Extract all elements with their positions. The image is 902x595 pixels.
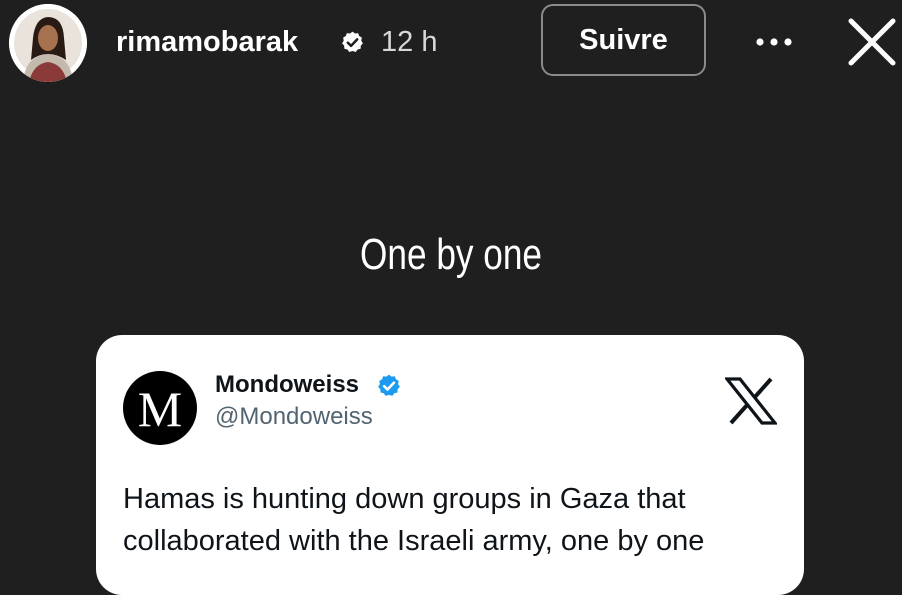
more-icon xyxy=(756,38,792,46)
more-button[interactable] xyxy=(750,22,798,62)
tweet-text: Hamas is hunting down groups in Gaza tha… xyxy=(123,483,705,557)
close-icon[interactable] xyxy=(843,13,901,71)
tweet-handle[interactable]: @Mondoweiss xyxy=(215,401,373,433)
story-caption: One by one xyxy=(360,230,542,279)
tweet-avatar-letter: M xyxy=(137,381,183,437)
username[interactable]: rimamobarak xyxy=(116,22,298,62)
verified-icon xyxy=(342,31,363,52)
verified-blue-icon xyxy=(378,374,400,396)
follow-button[interactable]: Suivre xyxy=(541,4,706,76)
x-logo-icon xyxy=(725,377,777,425)
tweet-display-name[interactable]: Mondoweiss xyxy=(215,369,359,401)
avatar[interactable] xyxy=(9,4,87,82)
tweet-avatar[interactable]: M xyxy=(123,371,197,445)
post-time: 12 h xyxy=(381,26,438,58)
story-header: rimamobarak 12 h Suivre xyxy=(0,0,902,90)
avatar-image xyxy=(9,4,87,82)
tweet-card[interactable]: M Mondoweiss @Mondoweiss Hamas is huntin… xyxy=(96,335,804,595)
